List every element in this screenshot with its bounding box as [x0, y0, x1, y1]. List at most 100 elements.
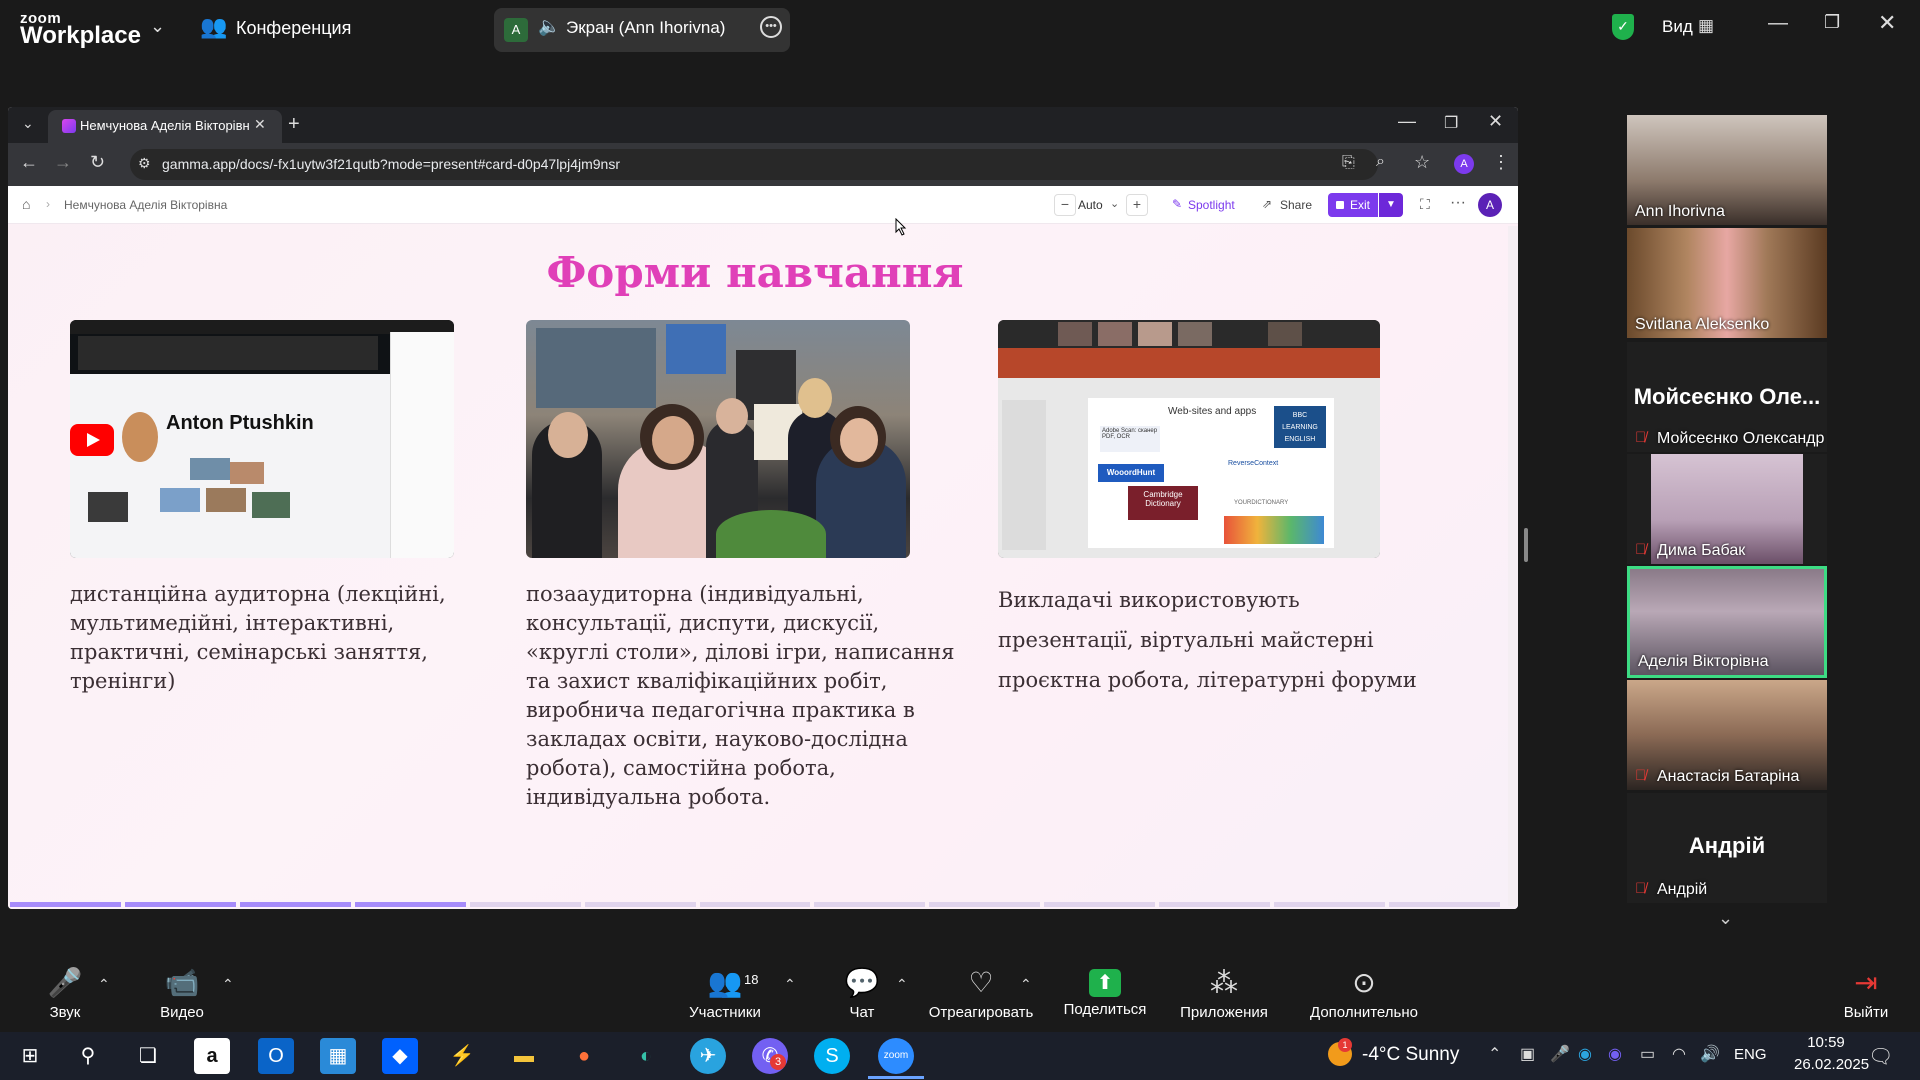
share-button[interactable]: Share	[1280, 198, 1312, 212]
back-icon[interactable]: ←	[20, 152, 38, 173]
browser-menu-icon[interactable]: ⋮	[1492, 152, 1510, 173]
participant-tile-anastasia[interactable]: 🎙̸ Анастасія Батаріна	[1627, 680, 1827, 790]
participant-tile-ann[interactable]: Ann Ihorivna	[1627, 115, 1827, 225]
speaker-icon[interactable]: 🔈	[538, 16, 560, 37]
dropbox-icon[interactable]: ◆	[382, 1038, 418, 1074]
telegram-tray-icon[interactable]: ◉	[1578, 1044, 1592, 1064]
amazon-icon[interactable]: a	[194, 1038, 230, 1074]
more-button[interactable]: ⊙ Дополнительно	[1302, 966, 1426, 1021]
more-options-icon[interactable]: •••	[760, 16, 782, 38]
progress-segment[interactable]	[929, 902, 1041, 907]
tab-search-icon[interactable]: ⌄	[22, 115, 34, 132]
new-tab-icon[interactable]: +	[288, 113, 300, 136]
resize-handle[interactable]	[1524, 528, 1528, 562]
windows-start-icon[interactable]: ⊞	[12, 1038, 48, 1074]
wifi-icon[interactable]: ◠	[1672, 1044, 1686, 1064]
reload-icon[interactable]: ↻	[90, 152, 105, 173]
firefox-icon[interactable]: ●	[566, 1038, 602, 1074]
progress-segment[interactable]	[1044, 902, 1156, 907]
clock-date[interactable]: 26.02.2025	[1794, 1056, 1869, 1073]
close-icon[interactable]: ✕	[1878, 10, 1896, 36]
progress-segment[interactable]	[814, 902, 926, 907]
zoom-out-button[interactable]: −	[1054, 194, 1076, 216]
zoom-taskbar-icon[interactable]: zoom	[878, 1038, 914, 1074]
progress-segment[interactable]	[699, 902, 811, 907]
exit-options-chevron-icon[interactable]: ▼	[1379, 193, 1403, 217]
progress-segment[interactable]	[10, 902, 121, 907]
battery-icon[interactable]: ▭	[1640, 1044, 1655, 1064]
store-icon[interactable]: ▦	[320, 1038, 356, 1074]
tab-title[interactable]: Немчунова Аделія Вікторівна	[80, 118, 250, 133]
search-icon[interactable]: ⚲	[70, 1038, 106, 1074]
volume-icon[interactable]: 🔊	[1700, 1044, 1720, 1064]
mic-tray-icon[interactable]: 🎤	[1550, 1044, 1570, 1064]
camera-tray-icon[interactable]: ▣	[1520, 1044, 1535, 1064]
meeting-label[interactable]: Конференция	[236, 18, 351, 39]
telegram-icon[interactable]: ✈	[690, 1038, 726, 1074]
progress-segment[interactable]	[1159, 902, 1271, 907]
viber-tray-icon[interactable]: ◉	[1608, 1044, 1622, 1064]
progress-segment[interactable]	[1389, 902, 1500, 907]
security-shield-icon[interactable]: ✓	[1612, 14, 1634, 40]
share-icon[interactable]: ⇗	[1262, 197, 1272, 211]
clock-time[interactable]: 10:59	[1794, 1034, 1858, 1051]
install-app-icon[interactable]: ⎘	[1342, 154, 1355, 172]
progress-segment[interactable]	[1274, 902, 1386, 907]
browser-close-icon[interactable]: ✕	[1488, 111, 1503, 132]
browser-restore-icon[interactable]: ❐	[1444, 113, 1458, 133]
chevron-up-icon[interactable]: ⌃	[1020, 976, 1032, 993]
site-info-icon[interactable]: ⚙	[138, 155, 151, 172]
restore-icon[interactable]: ❐	[1824, 12, 1840, 33]
language-indicator[interactable]: ENG	[1734, 1046, 1767, 1063]
task-view-icon[interactable]: ❏	[130, 1038, 166, 1074]
browser-minimize-icon[interactable]: —	[1398, 111, 1416, 132]
spotlight-button[interactable]: Spotlight	[1188, 198, 1235, 212]
tray-expand-icon[interactable]: ⌃	[1488, 1044, 1501, 1064]
scrollbar[interactable]	[1508, 226, 1518, 906]
chevron-down-icon[interactable]: ⌄	[1110, 197, 1119, 210]
progress-segment[interactable]	[239, 902, 351, 907]
chevron-up-icon[interactable]: ⌃	[98, 976, 110, 993]
video-button[interactable]: 📹 Видео	[150, 966, 214, 1021]
weather-text[interactable]: -4°C Sunny	[1362, 1044, 1459, 1066]
notifications-icon[interactable]: 🗨	[1868, 1044, 1893, 1069]
url-text[interactable]: gamma.app/docs/-fx1uytw3f21qutb?mode=pre…	[162, 156, 620, 172]
spotlight-icon[interactable]: ✎	[1172, 197, 1182, 211]
user-avatar[interactable]: A	[1478, 193, 1502, 217]
slide-progress-bar[interactable]	[8, 902, 1518, 908]
outlook-icon[interactable]: O	[258, 1038, 294, 1074]
bookmark-star-icon[interactable]: ☆	[1414, 152, 1430, 173]
chevron-up-icon[interactable]: ⌃	[784, 976, 796, 993]
progress-segment[interactable]	[354, 902, 466, 907]
profile-avatar[interactable]: A	[1454, 154, 1474, 174]
app-icon[interactable]: ⚡	[444, 1038, 480, 1074]
chevron-up-icon[interactable]: ⌃	[896, 976, 908, 993]
skype-icon[interactable]: S	[814, 1038, 850, 1074]
chat-button[interactable]: 💬 Чат	[842, 966, 882, 1021]
share-screen-button[interactable]: ⬆ Поделиться	[1062, 966, 1148, 1018]
home-icon[interactable]: ⌂	[22, 196, 30, 212]
progress-segment[interactable]	[584, 902, 696, 907]
minimize-icon[interactable]: —	[1768, 12, 1788, 35]
fullscreen-icon[interactable]: ⛶	[1420, 196, 1430, 213]
progress-segment[interactable]	[469, 902, 581, 907]
more-icon[interactable]: ···	[1450, 194, 1466, 212]
view-grid-icon[interactable]: ▦	[1698, 16, 1714, 36]
chevron-down-icon[interactable]: ⌄	[1718, 908, 1733, 929]
tab-close-icon[interactable]: ✕	[254, 116, 266, 133]
breadcrumb[interactable]: Немчунова Аделія Вікторівна	[64, 198, 227, 212]
leave-button[interactable]: ⇥ Выйти	[1836, 966, 1896, 1021]
zoom-mode-select[interactable]: Auto	[1078, 198, 1103, 212]
edge-icon[interactable]: ◐	[628, 1038, 664, 1074]
participant-tile-dyma[interactable]: 🎙̸ Дима Бабак	[1627, 454, 1827, 564]
apps-button[interactable]: ⁂ Приложения	[1172, 966, 1276, 1021]
forward-icon[interactable]: →	[54, 152, 72, 173]
view-button[interactable]: Вид	[1662, 17, 1693, 37]
progress-segment[interactable]	[124, 902, 236, 907]
participant-tile-andrii[interactable]: Андрій 🎙̸ Андрій	[1627, 793, 1827, 903]
react-button[interactable]: ♡ Отреагировать	[926, 966, 1036, 1021]
chevron-up-icon[interactable]: ⌃	[222, 976, 234, 993]
participant-tile-adelia-active-speaker[interactable]: Аделія Вікторівна	[1627, 566, 1827, 678]
chevron-down-icon[interactable]: ⌄	[150, 16, 165, 37]
file-explorer-icon[interactable]: ▬	[506, 1038, 542, 1074]
